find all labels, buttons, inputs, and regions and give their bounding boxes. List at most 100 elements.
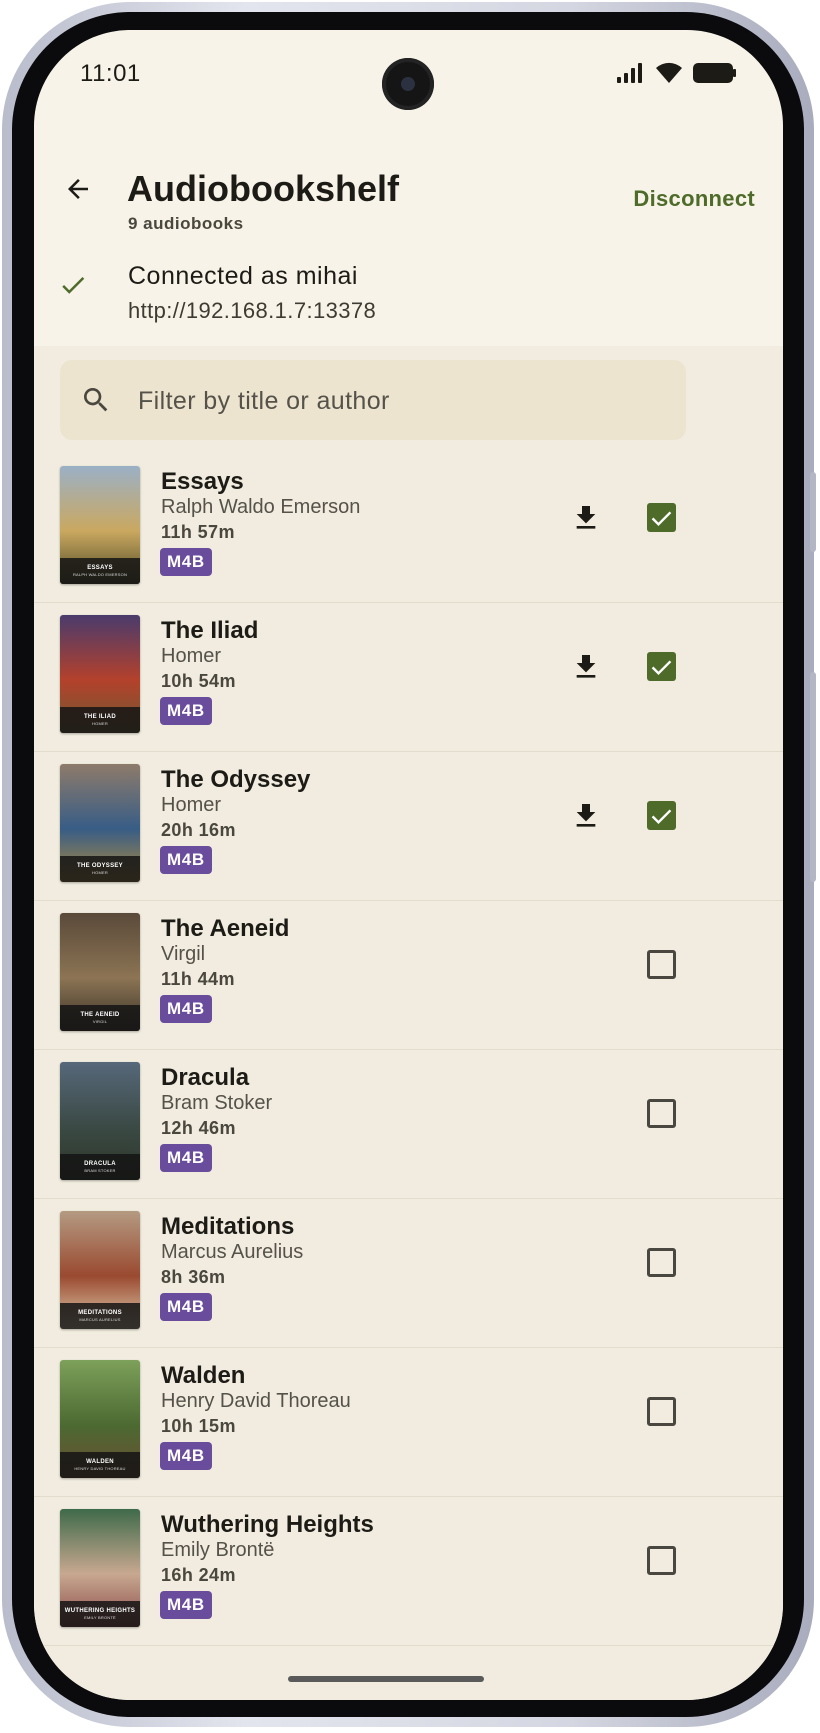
checkmark-icon [651, 809, 672, 824]
book-title: Meditations [161, 1213, 295, 1240]
audiobook-count: 9 audiobooks [128, 214, 244, 233]
select-checkbox[interactable] [647, 1397, 676, 1426]
connection-status: Connected as mihai http://192.168.1.7:13… [34, 240, 783, 340]
cover-title: MEDITATIONS [78, 1309, 122, 1316]
library-content: ESSAYS RALPH WALDO EMERSON Essays Ralph … [34, 346, 783, 1700]
volume-up-button [810, 472, 816, 552]
format-badge: M4B [160, 1144, 212, 1172]
checkmark-icon [651, 511, 672, 526]
disconnect-button[interactable]: Disconnect [633, 186, 755, 212]
format-badge: M4B [160, 1591, 212, 1619]
audiobook-row[interactable]: ESSAYS RALPH WALDO EMERSON Essays Ralph … [34, 454, 783, 603]
cover-title-band: DRACULA BRAM STOKER [60, 1154, 140, 1180]
book-cover: ESSAYS RALPH WALDO EMERSON [60, 466, 140, 584]
book-title: Wuthering Heights [161, 1511, 374, 1538]
cover-author: HENRY DAVID THOREAU [74, 1465, 126, 1471]
audiobook-list: ESSAYS RALPH WALDO EMERSON Essays Ralph … [34, 454, 783, 1646]
book-cover: THE ODYSSEY HOMER [60, 764, 140, 882]
book-duration: 20h 16m [161, 820, 236, 840]
format-badge: M4B [160, 1442, 212, 1470]
download-button[interactable] [566, 498, 606, 538]
book-duration: 10h 54m [161, 671, 236, 691]
book-cover: THE AENEID VIRGIL [60, 913, 140, 1031]
book-title: Essays [161, 468, 244, 495]
home-indicator[interactable] [288, 1676, 484, 1682]
cover-author: MARCUS AURELIUS [79, 1316, 121, 1322]
cover-title-band: WUTHERING HEIGHTS EMILY BRONTË [60, 1601, 140, 1627]
search-icon [84, 388, 108, 412]
book-cover: MEDITATIONS MARCUS AURELIUS [60, 1211, 140, 1329]
select-checkbox[interactable] [647, 1248, 676, 1277]
cover-author: BRAM STOKER [84, 1167, 116, 1173]
select-checkbox[interactable] [647, 1099, 676, 1128]
search-input[interactable] [136, 378, 660, 424]
status-icons [617, 62, 737, 84]
audiobook-row[interactable]: THE ODYSSEY HOMER The Odyssey Homer 20h … [34, 752, 783, 901]
book-duration: 8h 36m [161, 1267, 226, 1287]
download-icon [576, 506, 596, 529]
book-title: The Aeneid [161, 915, 290, 942]
cover-title-band: WALDEN HENRY DAVID THOREAU [60, 1452, 140, 1478]
book-author: Virgil [161, 943, 206, 965]
search-bar[interactable] [60, 360, 686, 440]
select-checkbox[interactable] [647, 950, 676, 979]
audiobook-row[interactable]: THE AENEID VIRGIL The Aeneid Virgil 11h … [34, 901, 783, 1050]
book-cover: DRACULA BRAM STOKER [60, 1062, 140, 1180]
book-cover: WALDEN HENRY DAVID THOREAU [60, 1360, 140, 1478]
book-author: Emily Brontë [161, 1539, 275, 1561]
select-checkbox[interactable] [647, 801, 676, 830]
cover-title: THE AENEID [80, 1011, 120, 1018]
server-url: http://192.168.1.7:13378 [128, 298, 377, 323]
status-time: 11:01 [80, 60, 141, 87]
cover-author: HOMER [92, 869, 108, 875]
book-author: Bram Stoker [161, 1092, 273, 1114]
cover-title: WALDEN [86, 1458, 114, 1465]
battery-icon [693, 63, 736, 83]
checkmark-icon [651, 660, 672, 675]
select-checkbox[interactable] [647, 503, 676, 532]
cover-title: ESSAYS [87, 564, 113, 571]
back-button[interactable] [54, 165, 102, 213]
cover-title: WUTHERING HEIGHTS [64, 1607, 136, 1614]
book-duration: 12h 46m [161, 1118, 236, 1138]
book-duration: 16h 24m [161, 1565, 236, 1585]
cover-author: RALPH WALDO EMERSON [72, 571, 128, 577]
cover-author: VIRGIL [92, 1018, 108, 1024]
status-bar: 11:01 [34, 30, 783, 120]
format-badge: M4B [160, 995, 212, 1023]
select-checkbox[interactable] [647, 1546, 676, 1575]
connected-user: Connected as mihai [128, 262, 358, 290]
select-checkbox[interactable] [647, 652, 676, 681]
download-button[interactable] [566, 796, 606, 836]
cover-title: DRACULA [84, 1160, 116, 1167]
audiobook-row[interactable]: DRACULA BRAM STOKER Dracula Bram Stoker … [34, 1050, 783, 1199]
book-author: Ralph Waldo Emerson [161, 496, 361, 518]
front-camera [382, 58, 434, 110]
download-icon [576, 804, 596, 827]
audiobook-row[interactable]: WALDEN HENRY DAVID THOREAU Walden Henry … [34, 1348, 783, 1497]
book-author: Homer [161, 794, 222, 816]
cover-title-band: MEDITATIONS MARCUS AURELIUS [60, 1303, 140, 1329]
cover-title-band: THE AENEID VIRGIL [60, 1005, 140, 1031]
arrow-back-icon [68, 179, 88, 199]
app-bar: Audiobookshelf 9 audiobooks Disconnect [34, 130, 783, 240]
screen: 11:01 Audiobookshelf 9 audiobooks Discon… [34, 30, 783, 1700]
book-duration: 11h 57m [161, 522, 235, 542]
download-button[interactable] [566, 647, 606, 687]
signal-icon [617, 63, 642, 83]
book-author: Homer [161, 645, 222, 667]
book-duration: 10h 15m [161, 1416, 236, 1436]
book-title: The Odyssey [161, 766, 311, 793]
book-cover: THE ILIAD HOMER [60, 615, 140, 733]
check-icon [62, 276, 85, 294]
cover-title-band: THE ILIAD HOMER [60, 707, 140, 733]
cover-author: EMILY BRONTË [84, 1614, 116, 1620]
book-author: Henry David Thoreau [161, 1390, 351, 1412]
audiobook-row[interactable]: MEDITATIONS MARCUS AURELIUS Meditations … [34, 1199, 783, 1348]
page-title: Audiobookshelf [127, 168, 399, 209]
format-badge: M4B [160, 548, 212, 576]
audiobook-row[interactable]: THE ILIAD HOMER The Iliad Homer 10h 54m … [34, 603, 783, 752]
cover-author: HOMER [92, 720, 108, 726]
audiobook-row[interactable]: WUTHERING HEIGHTS EMILY BRONTË Wuthering… [34, 1497, 783, 1646]
cover-title: THE ODYSSEY [77, 862, 123, 869]
